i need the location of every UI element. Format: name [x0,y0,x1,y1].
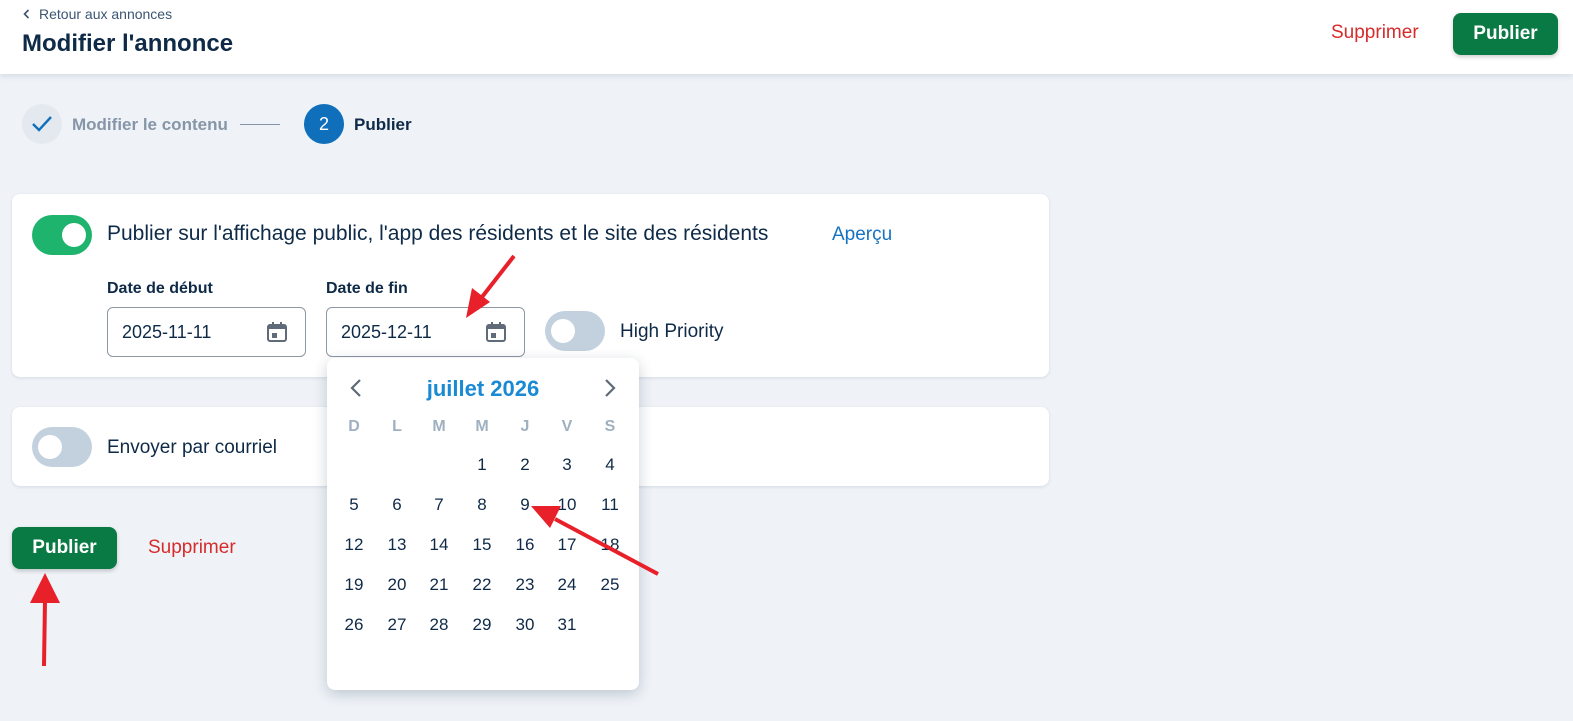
calendar-day[interactable]: 18 [593,530,627,560]
high-priority-toggle[interactable] [545,311,605,351]
footer-delete-button[interactable]: Supprimer [148,537,236,559]
header-delete-button[interactable]: Supprimer [1331,22,1419,44]
weekday-header: J [520,418,530,435]
date-picker-popup: juillet 2026 D L M M J V S 1 2 3 4 5 6 7 8 9 10 11 12 13 14 1… [327,358,639,690]
calendar-day[interactable]: 11 [593,490,627,520]
calendar-day[interactable]: 21 [422,570,456,600]
calendar-day[interactable]: 3 [550,450,584,480]
stepper-connector [240,124,280,125]
calendar-day[interactable]: 7 [422,490,456,520]
page-header: Retour aux annonces Modifier l'annonce S… [0,0,1573,74]
calendar-day[interactable]: 17 [550,530,584,560]
calendar-day[interactable]: 15 [465,530,499,560]
calendar-day[interactable]: 9 [508,490,542,520]
weekday-header: M [432,418,446,435]
calendar-icon[interactable] [265,320,289,344]
check-icon [32,116,52,132]
calendar-day[interactable]: 20 [380,570,414,600]
calendar-day[interactable]: 28 [422,610,456,640]
weekday-header: S [604,418,616,435]
toggle-knob [38,435,62,459]
step2-indicator: 2 [304,104,344,144]
back-link-label: Retour aux annonces [39,6,173,22]
chevron-right-icon [605,379,616,397]
calendar-day[interactable]: 30 [508,610,542,640]
calendar-day[interactable]: 8 [465,490,499,520]
toggle-knob [62,223,86,247]
send-email-label: Envoyer par courriel [107,437,278,458]
calendar-day[interactable]: 5 [337,490,371,520]
end-date-label: Date de fin [326,280,408,297]
calendar-day[interactable]: 26 [337,610,371,640]
preview-link[interactable]: Aperçu [832,224,892,246]
toggle-knob [551,319,575,343]
header-publish-button[interactable]: Publier [1453,13,1558,55]
publish-public-label: Publier sur l'affichage public, l'app de… [107,222,769,245]
start-date-value: 2025-11-11 [122,322,212,342]
step1-label[interactable]: Modifier le contenu [72,115,228,135]
calendar-day[interactable]: 29 [465,610,499,640]
calendar-day[interactable]: 14 [422,530,456,560]
calendar-day[interactable]: 23 [508,570,542,600]
back-to-announcements-link[interactable]: Retour aux annonces [22,6,172,22]
high-priority-label: High Priority [620,321,724,342]
weekday-header: V [561,418,573,435]
calendar-day[interactable]: 4 [593,450,627,480]
annotation-arrow [30,573,60,667]
next-month-button[interactable] [598,376,622,400]
calendar-day[interactable]: 16 [508,530,542,560]
end-date-field[interactable]: 2025-12-11 [326,307,525,357]
page-title: Modifier l'annonce [22,30,234,57]
calendar-day[interactable]: 13 [380,530,414,560]
weekday-header: M [475,418,489,435]
calendar-day[interactable]: 24 [550,570,584,600]
footer-publish-button[interactable]: Publier [12,527,117,569]
step2-label: Publier [354,115,412,134]
calendar-day[interactable]: 1 [465,450,499,480]
calendar-icon[interactable] [484,320,508,344]
calendar-day[interactable]: 12 [337,530,371,560]
start-date-label: Date de début [107,280,213,297]
calendar-day[interactable]: 27 [380,610,414,640]
calendar-day[interactable]: 25 [593,570,627,600]
calendar-day[interactable]: 19 [337,570,371,600]
step1-indicator[interactable] [22,104,62,144]
calendar-month-title: juillet 2026 [426,376,540,401]
calendar-day[interactable]: 6 [380,490,414,520]
calendar-day[interactable]: 31 [550,610,584,640]
weekday-header: L [392,418,402,435]
calendar-day[interactable]: 10 [550,490,584,520]
chevron-left-icon [23,9,30,19]
weekday-header: D [348,418,360,435]
end-date-value: 2025-12-11 [341,322,432,342]
send-email-toggle[interactable] [32,427,92,467]
publish-public-toggle[interactable] [32,215,92,255]
start-date-field[interactable]: 2025-11-11 [107,307,306,357]
calendar-day[interactable]: 2 [508,450,542,480]
calendar-day[interactable]: 22 [465,570,499,600]
